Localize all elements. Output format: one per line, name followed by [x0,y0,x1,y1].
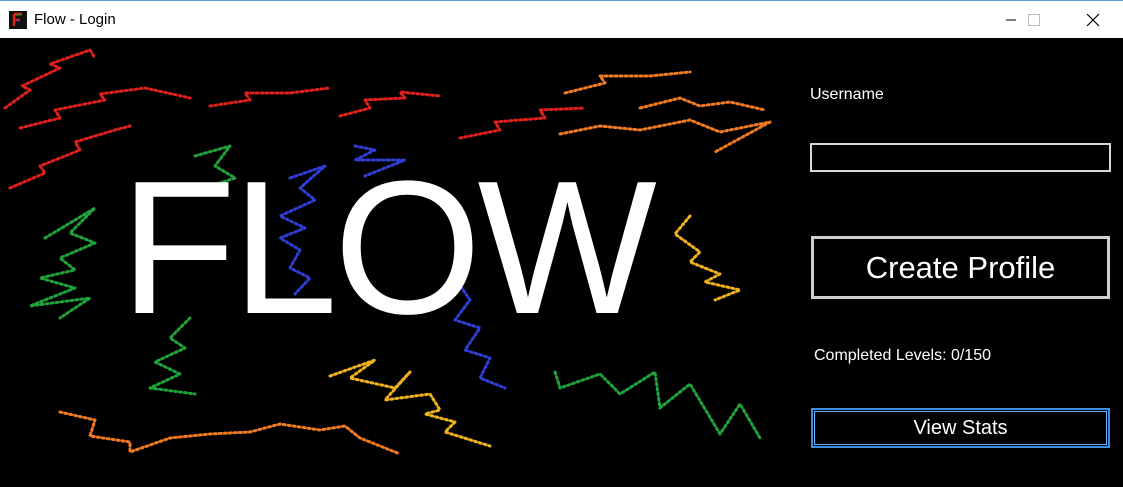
maximize-button[interactable] [1011,1,1057,38]
red-zigzag-stroke [3,48,97,110]
completed-levels-label: Completed Levels: 0/150 [814,347,991,364]
view-stats-button[interactable]: View Stats [811,408,1110,448]
red-zigzag-stroke [8,124,132,190]
green-zigzag-stroke [28,206,97,320]
yellow-zigzag-stroke [673,214,742,302]
orange-zigzag-stroke [58,410,402,456]
flow-app-icon [9,11,27,29]
create-profile-button[interactable]: Create Profile [811,236,1110,299]
green-zigzag-stroke [553,370,762,440]
username-input[interactable] [810,143,1111,172]
close-icon [1086,13,1100,26]
maximize-icon [1028,13,1040,26]
login-window-content: FLOW Username Create Profile Completed L… [0,38,1123,487]
orange-zigzag-stroke [638,96,767,112]
username-label: Username [810,86,884,103]
close-button[interactable] [1070,1,1116,38]
orange-zigzag-stroke [563,70,692,95]
title-bar: Flow - Login [0,0,1123,38]
red-zigzag-stroke [208,86,332,108]
flow-logo-text: FLOW [120,142,657,354]
window-title: Flow - Login [34,11,116,28]
red-zigzag-stroke [18,86,192,130]
red-zigzag-stroke [338,90,442,118]
